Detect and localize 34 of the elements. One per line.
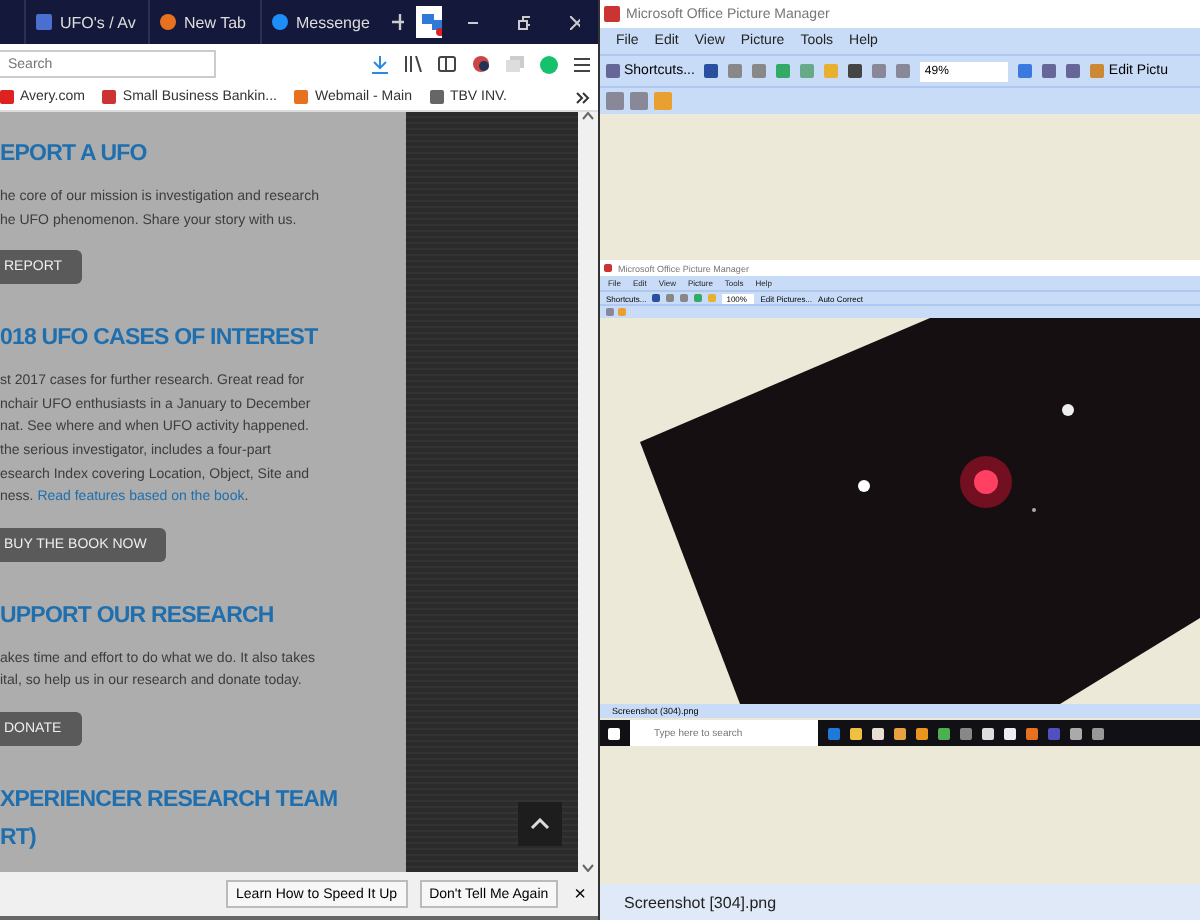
download-icon[interactable]	[372, 55, 388, 73]
scroll-top-button[interactable]	[518, 802, 562, 846]
more-bookmarks-icon[interactable]	[576, 91, 590, 103]
close-button[interactable]: ×	[570, 883, 590, 905]
status-bar: Screenshot [304].png	[600, 884, 1200, 920]
app-icon	[604, 264, 612, 272]
new-tab-icon[interactable]	[391, 14, 405, 30]
section-heading: EPORT A UFO	[0, 140, 149, 170]
shortcuts-icon	[606, 64, 620, 78]
extension-icon[interactable]	[472, 56, 490, 72]
app-icon	[604, 6, 620, 22]
section-heading: 018 UFO CASES OF INTEREST	[0, 324, 320, 355]
scroll-up-icon[interactable]	[582, 112, 594, 120]
section-heading: XPERIENCER RESEARCH TEAM	[0, 785, 340, 816]
zoom-icon[interactable]	[1018, 64, 1033, 78]
tab-icon	[160, 14, 176, 30]
tab-icon	[36, 14, 52, 30]
bookmark-icon	[429, 90, 444, 104]
close-icon[interactable]	[569, 15, 580, 29]
section-heading: RT)	[0, 823, 38, 854]
sidebar-icon[interactable]	[438, 56, 456, 72]
library-icon[interactable]	[404, 56, 422, 72]
bookmark-icon	[102, 90, 117, 104]
bookmark-icon	[0, 90, 14, 104]
section-heading: UPPORT OUR RESEARCH	[0, 601, 276, 632]
bookmark-icon	[294, 90, 309, 104]
minimize-icon[interactable]	[467, 21, 479, 23]
restore-icon[interactable]	[518, 15, 530, 29]
edit-icon	[1090, 64, 1105, 78]
chevron-up-icon	[530, 818, 550, 830]
start-icon	[608, 727, 620, 739]
scroll-down-icon[interactable]	[582, 864, 594, 872]
menu-icon[interactable]	[574, 57, 590, 71]
tab-icon	[271, 14, 288, 30]
